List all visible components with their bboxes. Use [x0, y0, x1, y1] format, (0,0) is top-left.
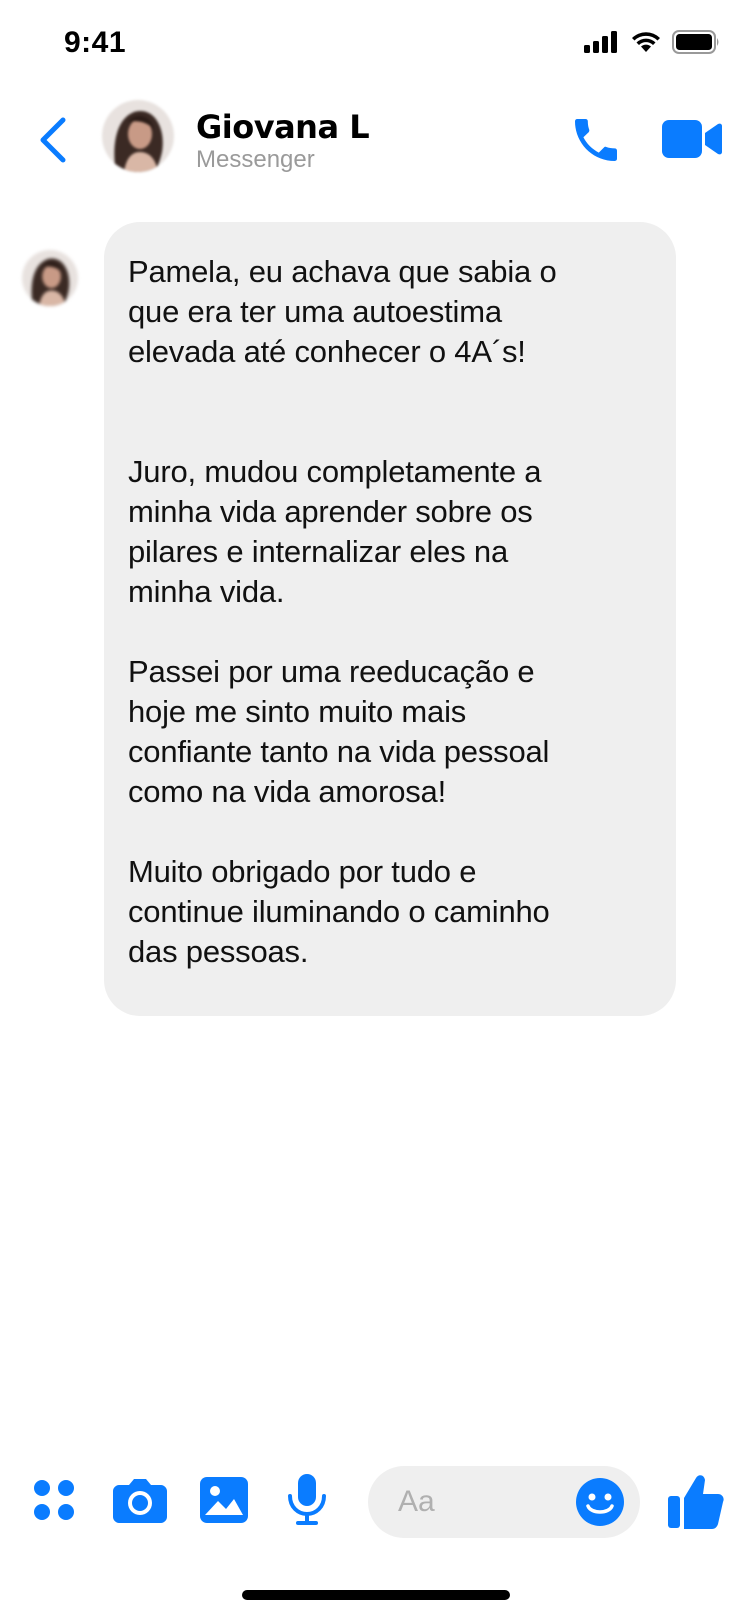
battery-icon — [672, 30, 719, 54]
emoji-button[interactable] — [576, 1478, 624, 1526]
message-input-container[interactable] — [368, 1466, 640, 1538]
video-camera-icon — [662, 120, 722, 158]
microphone-icon — [288, 1474, 326, 1525]
voice-call-button[interactable] — [568, 112, 624, 168]
gallery-button[interactable] — [196, 1468, 252, 1532]
message-paragraph: Juro, mudou completamente a minha vida a… — [128, 454, 542, 609]
image-icon — [200, 1477, 248, 1523]
phone-icon — [575, 119, 617, 161]
message-paragraph: Passei por uma reeducação e hoje me sint… — [128, 654, 550, 809]
contact-avatar[interactable] — [102, 100, 174, 172]
camera-icon — [113, 1479, 167, 1523]
thumbs-up-icon — [668, 1475, 724, 1529]
back-chevron-icon — [40, 117, 66, 163]
contact-subtitle: Messenger — [196, 146, 315, 173]
voice-message-button[interactable] — [282, 1468, 332, 1532]
wifi-icon — [632, 32, 660, 52]
video-call-button[interactable] — [662, 116, 722, 162]
status-time: 9:41 — [64, 26, 127, 59]
message-input[interactable] — [398, 1480, 558, 1524]
status-bar: 9:41 — [0, 0, 750, 90]
back-button[interactable] — [30, 110, 74, 170]
status-icons — [584, 30, 720, 54]
home-indicator — [242, 1590, 510, 1600]
composer-bar — [0, 1460, 750, 1540]
sender-avatar[interactable] — [22, 250, 78, 306]
apps-icon — [34, 1480, 74, 1520]
apps-button[interactable] — [26, 1468, 82, 1532]
like-button[interactable] — [668, 1472, 724, 1530]
contact-name[interactable]: Giovana L — [196, 108, 370, 146]
message-paragraph: Pamela, eu achava que sabia o que era te… — [128, 254, 557, 369]
message-paragraph: Muito obrigado por tudo e continue ilumi… — [128, 854, 550, 969]
chat-header: Giovana L Messenger — [0, 90, 750, 190]
emoji-icon — [576, 1478, 624, 1526]
camera-button[interactable] — [110, 1468, 170, 1532]
message-bubble[interactable]: Pamela, eu achava que sabia o que era te… — [104, 222, 676, 1016]
cellular-signal-icon — [584, 31, 617, 53]
